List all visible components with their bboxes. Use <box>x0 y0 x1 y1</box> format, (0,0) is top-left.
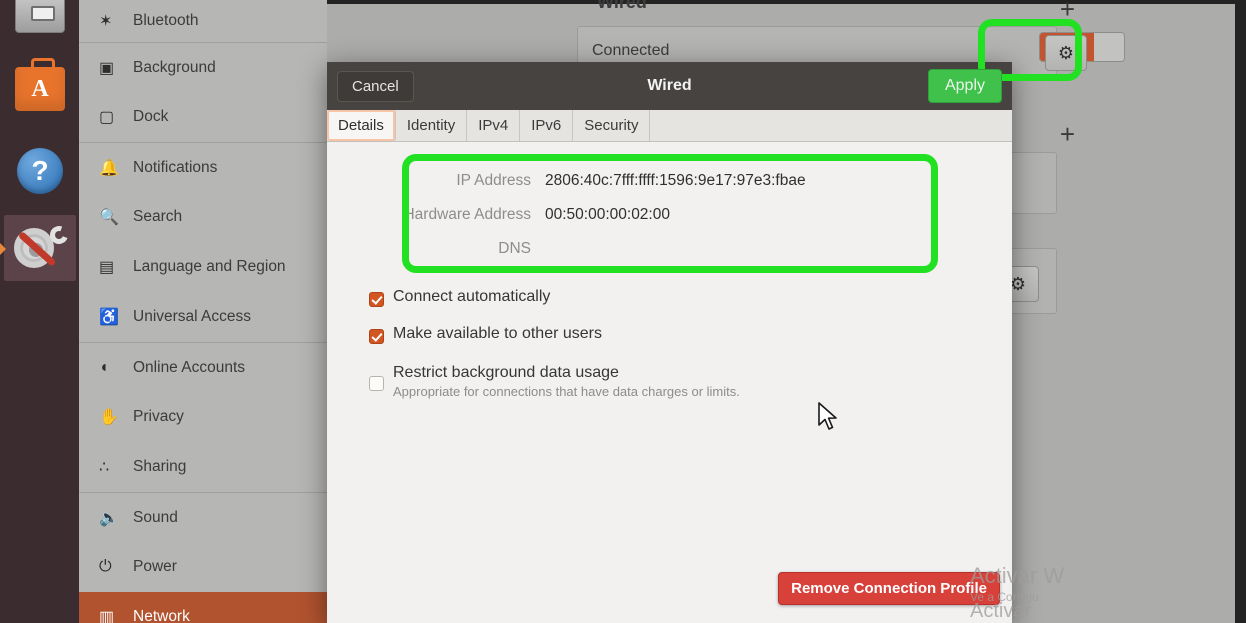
tab-details[interactable]: Details <box>327 110 396 141</box>
sidebar-item-language-and-region[interactable]: ▤ Language and Region <box>79 242 327 292</box>
sidebar-item-background[interactable]: ▣ Background <box>79 42 327 92</box>
checkbox-checked-icon[interactable] <box>369 329 384 344</box>
apply-button[interactable]: Apply <box>927 69 1002 103</box>
sidebar-item-label: Language and Region <box>133 258 286 275</box>
launcher-item-files[interactable] <box>7 0 73 44</box>
sidebar-item-label: Sound <box>133 508 178 526</box>
launcher-item-help[interactable]: ? <box>7 138 73 204</box>
bell-icon: 🔔 <box>99 159 119 177</box>
ip-address-label: IP Address <box>456 172 531 189</box>
cancel-button[interactable]: Cancel <box>337 70 414 102</box>
power-icon: ⏻ <box>99 558 112 575</box>
language-icon: ▤ <box>99 259 115 276</box>
sidebar-item-privacy[interactable]: ✋ Privacy <box>79 392 327 442</box>
screen: A ? ✶ Bluetooth ▣ Background ▢ Dock 🔔 No… <box>0 0 1246 623</box>
tabbar-filler <box>650 110 1012 141</box>
files-icon <box>15 0 65 33</box>
bluetooth-icon: ✶ <box>99 13 113 30</box>
sidebar-item-label: Privacy <box>133 408 184 425</box>
sidebar-item-label: Online Accounts <box>133 358 246 376</box>
universal-access-icon: ♿ <box>99 309 119 326</box>
sound-icon: 🔈 <box>99 509 119 527</box>
wired-settings-gear-button[interactable]: ⚙ <box>1045 35 1087 71</box>
hardware-address-value: 00:50:00:00:02:00 <box>545 206 670 223</box>
settings-sidebar: ✶ Bluetooth ▣ Background ▢ Dock 🔔 Notifi… <box>79 0 327 623</box>
sidebar-item-dock[interactable]: ▢ Dock <box>79 92 327 142</box>
dialog-tabbar: Details Identity IPv4 IPv6 Security <box>327 110 1012 142</box>
activation-watermark: Activar W Ve a Configu Activar <box>970 563 1130 623</box>
sidebar-item-label: Dock <box>133 108 169 125</box>
sidebar-item-bluetooth[interactable]: ✶ Bluetooth <box>79 0 327 42</box>
settings-gear-wrench-icon <box>14 223 71 272</box>
hardware-address-label: Hardware Address <box>403 206 531 223</box>
connection-status-label: Connected <box>592 42 670 59</box>
sidebar-item-label: Notifications <box>133 158 218 176</box>
background-icon: ▣ <box>99 59 115 77</box>
sidebar-item-network[interactable]: ▥ Network <box>79 592 327 623</box>
sidebar-item-universal-access[interactable]: ♿ Universal Access <box>79 292 327 342</box>
ubuntu-software-glyph: A <box>31 75 49 102</box>
network-icon: ▥ <box>99 609 115 623</box>
checkbox-checked-icon[interactable] <box>369 292 384 307</box>
launcher-item-settings[interactable] <box>0 215 76 281</box>
sidebar-item-sharing[interactable]: ∴ Sharing <box>79 442 327 492</box>
tab-ipv6[interactable]: IPv6 <box>520 110 574 141</box>
watermark-line-1: Activar W <box>970 563 1065 588</box>
sidebar-item-label: Universal Access <box>133 308 252 325</box>
sidebar-item-label: Search <box>133 208 183 225</box>
dialog-title: Wired <box>647 77 692 94</box>
option-label: Make available to other users <box>393 325 602 342</box>
option-label: Restrict background data usage <box>393 364 619 381</box>
online-accounts-icon: ◖ <box>99 358 109 376</box>
option-description: Appropriate for connections that have da… <box>393 384 740 399</box>
help-icon: ? <box>17 148 63 194</box>
details-grid: IP Address 2806:40c:7fff:ffff:1596:9e17:… <box>327 164 1012 258</box>
ip-address-value: 2806:40c:7fff:ffff:1596:9e17:97e3:fbae <box>545 172 806 189</box>
sidebar-item-label: Power <box>133 558 177 575</box>
option-restrict-background-data-usage[interactable]: Restrict background data usage Appropria… <box>327 364 1012 399</box>
gear-icon: ⚙ <box>1009 273 1027 294</box>
details-tab-panel: IP Address 2806:40c:7fff:ffff:1596:9e17:… <box>327 142 1012 623</box>
watermark-line-3: Activar <box>970 600 1032 622</box>
sharing-icon: ∴ <box>99 459 110 476</box>
sidebar-item-label: Network <box>133 608 190 623</box>
sidebar-item-power[interactable]: ⏻ Power <box>79 542 327 592</box>
add-vpn-button[interactable]: + <box>1060 119 1075 150</box>
wired-dialog: Cancel Wired Apply Details Identity IPv4… <box>327 62 1012 623</box>
sidebar-item-sound[interactable]: 🔈 Sound <box>79 492 327 542</box>
option-make-available-to-other-users[interactable]: Make available to other users <box>327 325 1012 344</box>
sidebar-item-label: Background <box>133 58 216 76</box>
toggle-track <box>1094 33 1124 61</box>
remove-connection-profile-button[interactable]: Remove Connection Profile <box>778 572 1000 605</box>
tab-ipv4[interactable]: IPv4 <box>467 110 521 141</box>
dns-value <box>545 240 1012 258</box>
gear-icon: ⚙ <box>1057 42 1075 63</box>
sidebar-item-label: Sharing <box>133 458 187 475</box>
privacy-icon: ✋ <box>99 409 119 426</box>
mouse-cursor <box>818 402 837 430</box>
dialog-titlebar: Cancel Wired Apply <box>327 62 1012 110</box>
search-icon: 🔍 <box>99 209 119 226</box>
add-connection-button[interactable]: + <box>1060 0 1075 25</box>
checkbox-unchecked-icon[interactable] <box>369 376 384 391</box>
ubuntu-launcher: A ? <box>0 0 79 623</box>
dns-label: DNS <box>498 240 531 257</box>
dock-icon: ▢ <box>99 109 115 126</box>
sidebar-item-notifications[interactable]: 🔔 Notifications <box>79 142 327 192</box>
sidebar-item-search[interactable]: 🔍 Search <box>79 192 327 242</box>
ubuntu-software-icon: A <box>15 58 65 111</box>
network-section-title: Wired <box>597 0 647 12</box>
sidebar-item-online-accounts[interactable]: ◖ Online Accounts <box>79 342 327 392</box>
option-label: Connect automatically <box>393 288 551 305</box>
sidebar-item-label: Bluetooth <box>133 12 199 29</box>
tab-identity[interactable]: Identity <box>395 110 468 141</box>
launcher-item-software[interactable]: A <box>7 56 73 122</box>
tab-security[interactable]: Security <box>573 110 651 141</box>
option-connect-automatically[interactable]: Connect automatically <box>327 288 1012 307</box>
